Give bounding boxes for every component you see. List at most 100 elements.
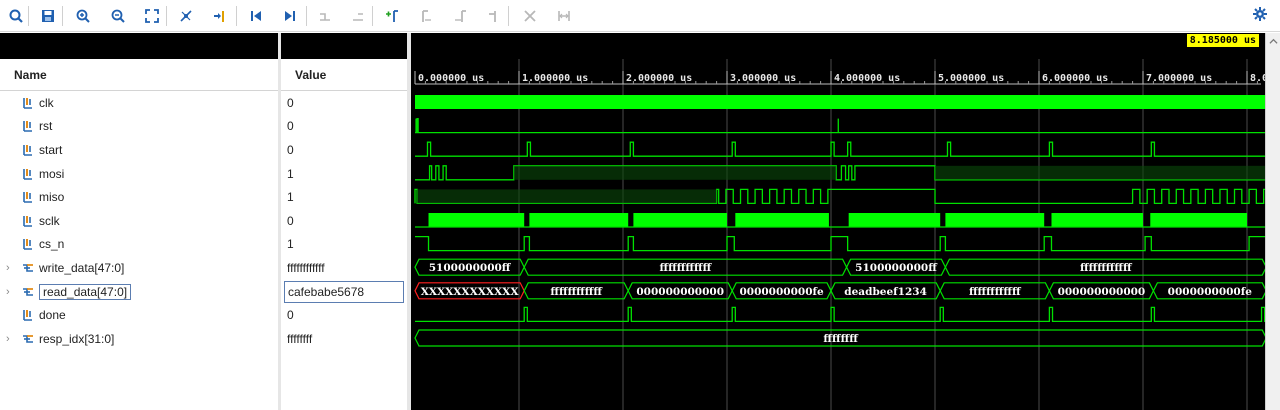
goto-cursor-button[interactable] <box>176 6 196 26</box>
signal-row-clk[interactable]: clk <box>0 91 54 115</box>
value-row-clk: 0 <box>281 91 407 115</box>
bit-waveform <box>415 141 1265 157</box>
bus-value-label: 000000000000 <box>636 286 724 298</box>
cursor-time-label: 8.185000 us <box>1186 34 1259 47</box>
value-row-miso: 1 <box>281 185 407 209</box>
signal-row-mosi[interactable]: mosi <box>0 162 64 186</box>
previous-transition-button[interactable] <box>315 6 335 26</box>
next-marker-button[interactable] <box>450 6 470 26</box>
expand-chevron-icon[interactable]: › <box>6 333 16 345</box>
value-column-header[interactable]: Value <box>281 59 407 91</box>
zoom-out-button[interactable] <box>108 6 128 26</box>
marker-button[interactable] <box>210 6 230 26</box>
previous-marker-button[interactable] <box>416 6 436 26</box>
previous-transition-icon <box>320 13 330 21</box>
search-button[interactable] <box>6 6 26 26</box>
signal-name: start <box>39 142 63 157</box>
signal-row-done[interactable]: done <box>0 303 66 327</box>
dense-activity <box>529 213 629 227</box>
next-transition-button[interactable] <box>348 6 368 26</box>
signal-row-start[interactable]: start <box>0 138 62 162</box>
add-marker-button[interactable] <box>382 6 402 26</box>
bit-signal-icon <box>23 239 32 251</box>
signal-row-resp_idx[interactable]: › resp_idx[31:0] <box>0 327 114 351</box>
signal-row-rst[interactable]: rst <box>0 115 52 139</box>
settings-button[interactable] <box>1252 6 1272 26</box>
signal-value: 0 <box>287 213 294 228</box>
expand-chevron-icon[interactable]: › <box>6 262 16 274</box>
waveform-canvas[interactable]: 0.000000 us 1.000000 us 2.000000 us 3.00000… <box>411 33 1265 410</box>
signal-name: write_data[47:0] <box>39 260 125 275</box>
signal-value: 0 <box>287 308 294 323</box>
toolbar-separator <box>508 6 509 26</box>
signal-row-sclk[interactable]: sclk <box>0 209 60 233</box>
time-tick-label: 3.000000 us <box>730 73 796 84</box>
value-row-resp_idx: ffffffff <box>281 327 407 351</box>
signal-row-read_data[interactable]: › read_data[47:0] <box>0 280 132 304</box>
bit-signal-icon <box>23 192 32 203</box>
signal-name: read_data[47:0] <box>39 283 132 300</box>
signal-row-miso[interactable]: miso <box>0 185 64 209</box>
value-row-write_data: ffffffffffff <box>281 256 407 280</box>
dense-activity <box>633 213 727 227</box>
go-to-start-button[interactable] <box>246 6 266 26</box>
bus-active-band <box>513 165 837 180</box>
zoom-out-icon <box>111 9 125 23</box>
time-tick-label: 6.000000 us <box>1042 73 1108 84</box>
value-row-rst: 0 <box>281 115 407 139</box>
time-tick-label: 1.000000 us <box>522 73 588 84</box>
bit-waveform <box>415 117 1265 134</box>
value-row-done: 0 <box>281 303 407 327</box>
bus-value-label: 5100000000ff <box>429 262 512 274</box>
dense-activity <box>1150 213 1247 227</box>
toolbar-separator <box>372 6 373 26</box>
value-row-read_data: cafebabe5678 <box>281 280 407 304</box>
bit-signal-icon <box>23 168 32 180</box>
bus-value-label: 0000000000fe <box>739 286 824 298</box>
value-row-start: 0 <box>281 138 407 162</box>
expand-chevron-icon[interactable]: › <box>6 286 16 298</box>
signal-name: clk <box>39 95 54 110</box>
toolbar <box>0 0 1280 32</box>
dense-activity <box>415 95 1265 109</box>
time-tick-label: 5.000000 us <box>938 73 1004 84</box>
toolbar-separator <box>236 6 237 26</box>
search-icon <box>9 9 23 23</box>
zoom-fit-icon <box>145 9 159 23</box>
signal-value[interactable]: cafebabe5678 <box>284 280 404 303</box>
signal-value: ffffffffffff <box>287 260 325 275</box>
signal-value: 0 <box>287 119 294 134</box>
save-button[interactable] <box>38 6 58 26</box>
scroll-up-icon[interactable] <box>1269 37 1278 46</box>
go-to-end-button[interactable] <box>280 6 300 26</box>
signal-value: 1 <box>287 237 294 252</box>
bus-value-label: ffffffff <box>823 333 859 345</box>
bit-signal-icon <box>23 310 32 321</box>
zoom-in-button[interactable] <box>73 6 93 26</box>
bus-value-label: XXXXXXXXXXXX <box>421 286 520 298</box>
value-row-sclk: 0 <box>281 209 407 233</box>
marker-icon <box>214 11 224 22</box>
swap-cursors-button[interactable] <box>484 6 504 26</box>
signal-value-panel: Value 0 0 0 1 1 0 1 ffffffffffff cafebabe5678 0 ff… <box>281 33 407 410</box>
dense-activity <box>848 213 941 227</box>
expand-icon <box>558 11 570 21</box>
cut-button[interactable] <box>520 6 540 26</box>
bus-value-label: 5100000000ff <box>855 262 938 274</box>
cut-icon <box>524 10 536 22</box>
dense-activity <box>1051 213 1143 227</box>
vertical-scrollbar[interactable] <box>1265 33 1280 410</box>
signal-row-write_data[interactable]: › write_data[47:0] <box>0 256 124 280</box>
bit-waveform <box>415 306 1265 323</box>
expand-button[interactable] <box>554 6 574 26</box>
bus-signal-icon <box>23 264 33 272</box>
signal-name: rst <box>39 119 53 134</box>
time-tick-label: 4.000000 us <box>834 73 900 84</box>
signal-value: 0 <box>287 95 294 110</box>
bus-signal-icon <box>23 334 33 343</box>
value-panel-header-area <box>281 33 407 59</box>
name-column-header[interactable]: Name <box>0 59 278 91</box>
signal-row-cs_n[interactable]: cs_n <box>0 233 64 257</box>
zoom-fit-button[interactable] <box>142 6 162 26</box>
gear-icon <box>1253 7 1267 21</box>
